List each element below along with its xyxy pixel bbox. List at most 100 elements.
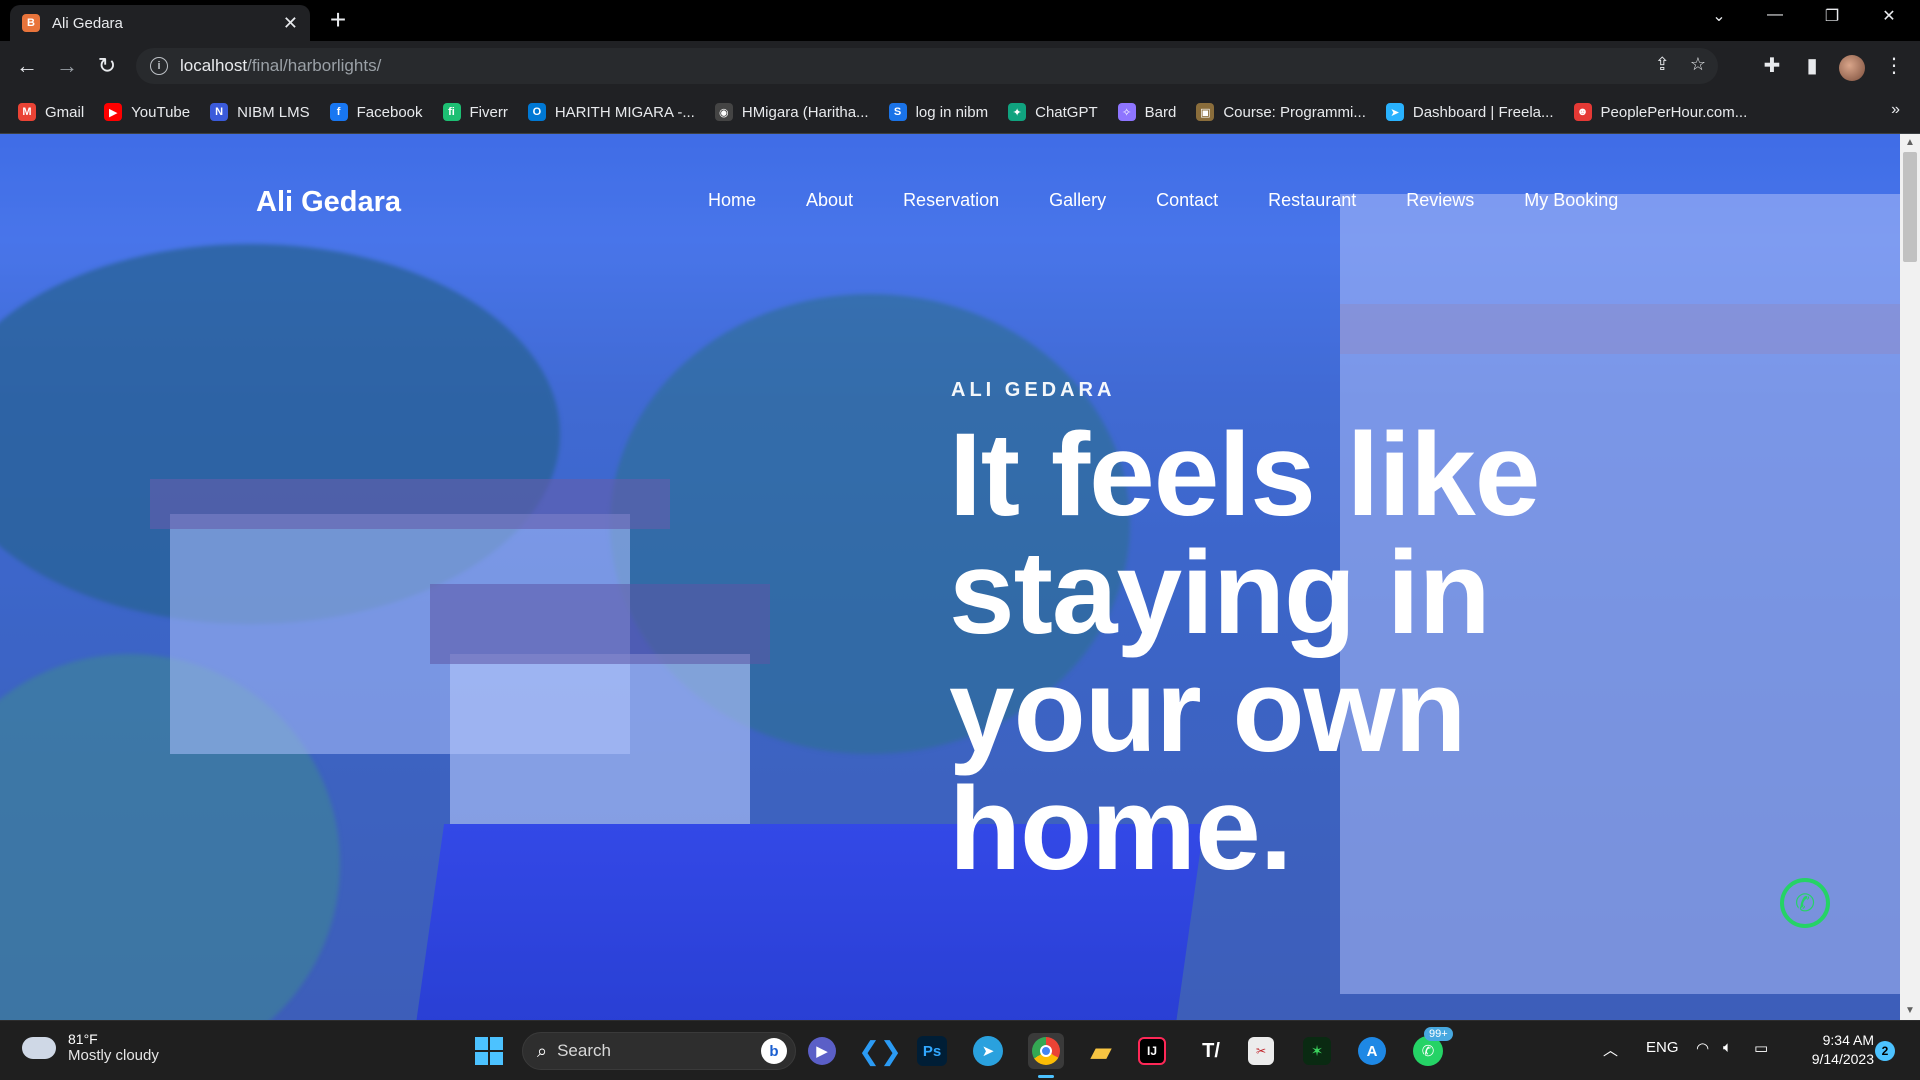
app-store-icon[interactable]: A bbox=[1358, 1037, 1386, 1065]
side-panel-icon[interactable]: ▮ bbox=[1798, 52, 1826, 80]
headline-line: home. bbox=[949, 763, 1293, 895]
bookmark-label: Facebook bbox=[356, 103, 423, 121]
bookmark-item[interactable]: Slog in nibm bbox=[888, 103, 989, 121]
active-app-indicator bbox=[1038, 1075, 1054, 1078]
bookmark-label: Fiverr bbox=[469, 103, 508, 121]
bookmark-label: ChatGPT bbox=[1035, 103, 1098, 121]
bookmark-favicon-icon: ✦ bbox=[1008, 103, 1027, 121]
nav-link-contact[interactable]: Contact bbox=[1156, 190, 1218, 211]
close-window-button[interactable]: ✕ bbox=[1866, 6, 1912, 34]
nav-link-gallery[interactable]: Gallery bbox=[1049, 190, 1106, 211]
bookmarks-overflow-icon[interactable]: » bbox=[1891, 101, 1900, 119]
notification-count-badge[interactable]: 2 bbox=[1875, 1041, 1895, 1061]
bookmark-item[interactable]: ▶ YouTube bbox=[104, 103, 190, 121]
headline-line: It feels like bbox=[949, 409, 1540, 541]
site-navbar: Ali Gedara Home About Reservation Gallery Co… bbox=[0, 134, 1900, 234]
bookmark-favicon-icon: ➤ bbox=[1385, 103, 1404, 121]
bookmark-favicon-icon: ▣ bbox=[1196, 103, 1215, 121]
scroll-down-arrow-icon[interactable]: ▼ bbox=[1900, 1002, 1920, 1020]
gaming-icon[interactable]: ✶ bbox=[1303, 1037, 1331, 1065]
restore-button[interactable]: ❐ bbox=[1809, 6, 1855, 34]
wifi-icon[interactable]: ◠ bbox=[1696, 1039, 1709, 1057]
minimize-button[interactable]: — bbox=[1752, 6, 1798, 34]
page-viewport: Ali Gedara Home About Reservation Gallery Co… bbox=[0, 134, 1920, 1020]
bookmark-label: Course: Programmi... bbox=[1223, 103, 1366, 121]
bookmark-item[interactable]: ▣ Course: Programmi... bbox=[1196, 103, 1366, 121]
start-button[interactable] bbox=[471, 1033, 507, 1069]
bookmark-item[interactable]: N NIBM LMS bbox=[210, 103, 310, 121]
bookmark-favicon-icon: N bbox=[210, 103, 229, 121]
bookmark-item[interactable]: ➤ Dashboard | Freela... bbox=[1385, 103, 1554, 121]
bookmark-star-icon[interactable]: ☆ bbox=[1690, 54, 1706, 75]
chrome-taskbar-icon[interactable] bbox=[1028, 1033, 1064, 1069]
cloudy-weather-icon bbox=[22, 1028, 56, 1059]
bookmarks-bar: M Gmail ▶ YouTube N NIBM LMS f Facebook fi Fiverr… bbox=[0, 91, 1920, 134]
file-explorer-icon[interactable]: ▰ bbox=[1083, 1033, 1119, 1069]
forward-button[interactable]: → bbox=[53, 52, 81, 80]
bookmark-item[interactable]: ☻ PeoplePerHour.com... bbox=[1573, 103, 1747, 121]
volume-icon[interactable]: 🔈︎ bbox=[1723, 1039, 1732, 1056]
new-tab-button[interactable]: + bbox=[325, 6, 351, 34]
reload-button[interactable]: ↻ bbox=[93, 52, 121, 80]
profile-avatar[interactable] bbox=[1839, 55, 1865, 81]
whatsapp-icon[interactable]: ✆ bbox=[1780, 878, 1830, 928]
site-info-icon[interactable]: i bbox=[150, 57, 168, 75]
nav-link-about[interactable]: About bbox=[806, 190, 853, 211]
bookmark-label: log in nibm bbox=[915, 103, 989, 121]
bookmark-favicon-icon: ✧ bbox=[1117, 103, 1136, 121]
windows-logo-icon bbox=[475, 1037, 503, 1065]
bookmark-item[interactable]: O HARITH MIGARA -... bbox=[527, 103, 695, 121]
site-menu: Home About Reservation Gallery Contact Restau… bbox=[708, 190, 1668, 211]
bookmark-label: YouTube bbox=[131, 103, 191, 121]
whatsapp-badge: 99+ bbox=[1424, 1027, 1453, 1041]
close-tab-icon[interactable]: ✕ bbox=[283, 13, 298, 34]
battery-icon[interactable]: ▭ bbox=[1754, 1039, 1768, 1057]
nav-link-my-booking[interactable]: My Booking bbox=[1524, 190, 1618, 211]
extensions-icon[interactable]: ✚ bbox=[1758, 52, 1786, 80]
address-bar[interactable]: i localhost/final/harborlights/ ⇪ ☆ bbox=[136, 48, 1718, 84]
input-language[interactable]: ENG bbox=[1646, 1039, 1679, 1056]
bookmark-item[interactable]: ◉ HMigara (Haritha... bbox=[714, 103, 869, 121]
page-scrollbar[interactable]: ▲ ▼ bbox=[1900, 134, 1920, 1020]
scroll-up-arrow-icon[interactable]: ▲ bbox=[1900, 134, 1920, 152]
system-clock[interactable]: 9:34 AM 9/14/2023 bbox=[1796, 1031, 1874, 1069]
telegram-icon[interactable]: ➤ bbox=[973, 1036, 1003, 1066]
taskbar-search[interactable]: ⌕ Search b bbox=[522, 1032, 796, 1070]
nav-link-home[interactable]: Home bbox=[708, 190, 756, 211]
bookmark-label: Gmail bbox=[45, 103, 85, 121]
clock-time: 9:34 AM bbox=[1822, 1032, 1874, 1048]
site-brand[interactable]: Ali Gedara bbox=[256, 186, 401, 219]
bookmark-favicon-icon: f bbox=[329, 103, 348, 121]
snipping-tool-icon[interactable]: ✂ bbox=[1248, 1037, 1274, 1065]
bookmark-item[interactable]: M Gmail bbox=[18, 103, 84, 121]
tab-title: Ali Gedara bbox=[52, 14, 123, 32]
browser-tab[interactable]: B Ali Gedara ✕ bbox=[10, 5, 310, 41]
typora-icon[interactable]: T/ bbox=[1193, 1033, 1229, 1069]
intellij-icon[interactable]: IJ bbox=[1138, 1037, 1166, 1065]
tab-search-icon[interactable]: ⌄ bbox=[1696, 6, 1742, 34]
photoshop-icon[interactable]: Ps bbox=[917, 1036, 947, 1066]
nav-link-reservation[interactable]: Reservation bbox=[903, 190, 999, 211]
bookmark-item[interactable]: ✦ ChatGPT bbox=[1008, 103, 1098, 121]
headline-line: your own bbox=[949, 645, 1466, 777]
back-button[interactable]: ← bbox=[13, 52, 41, 80]
show-hidden-icons-chevron-icon[interactable]: ︿ bbox=[1603, 1039, 1618, 1060]
bookmark-item[interactable]: f Facebook bbox=[329, 103, 423, 121]
bookmark-label: NIBM LMS bbox=[237, 103, 310, 121]
url-host: localhost bbox=[180, 56, 248, 75]
scrollbar-thumb[interactable] bbox=[1903, 152, 1917, 262]
vscode-icon[interactable]: ❮❯ bbox=[858, 1033, 902, 1069]
bookmark-label: Bard bbox=[1144, 103, 1177, 121]
hero-headline: It feels like staying in your own home. bbox=[949, 416, 1649, 888]
chrome-menu-icon[interactable]: ⋮ bbox=[1880, 52, 1908, 80]
bing-icon[interactable]: b bbox=[761, 1038, 787, 1064]
nav-link-restaurant[interactable]: Restaurant bbox=[1268, 190, 1356, 211]
nav-link-reviews[interactable]: Reviews bbox=[1406, 190, 1474, 211]
site-favicon-icon: B bbox=[22, 14, 40, 32]
share-icon[interactable]: ⇪ bbox=[1655, 54, 1670, 75]
url-path: /final/harborlights/ bbox=[247, 56, 382, 75]
teams-icon[interactable]: ▶ bbox=[808, 1037, 836, 1065]
weather-widget[interactable]: 81°F Mostly cloudy bbox=[22, 1028, 159, 1064]
bookmark-item[interactable]: ✧ Bard bbox=[1117, 103, 1177, 121]
bookmark-item[interactable]: fi Fiverr bbox=[442, 103, 508, 121]
